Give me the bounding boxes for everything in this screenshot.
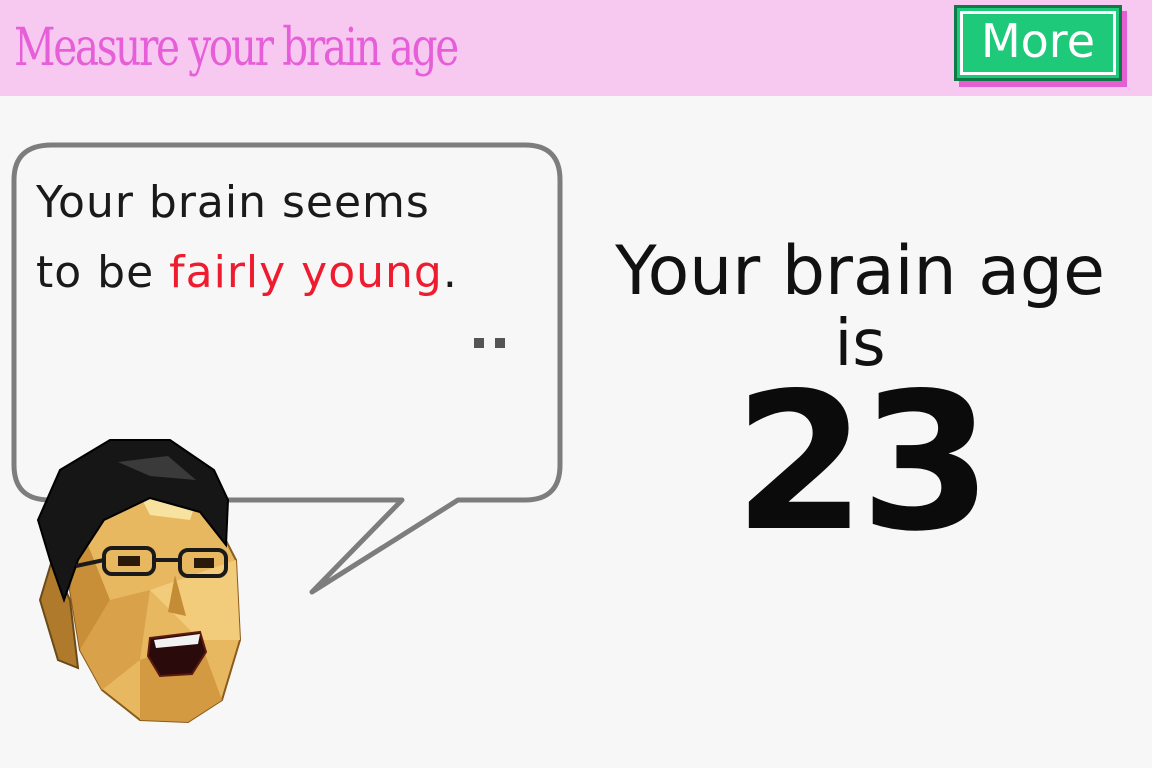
dr-kawashima-face-icon <box>36 439 242 724</box>
